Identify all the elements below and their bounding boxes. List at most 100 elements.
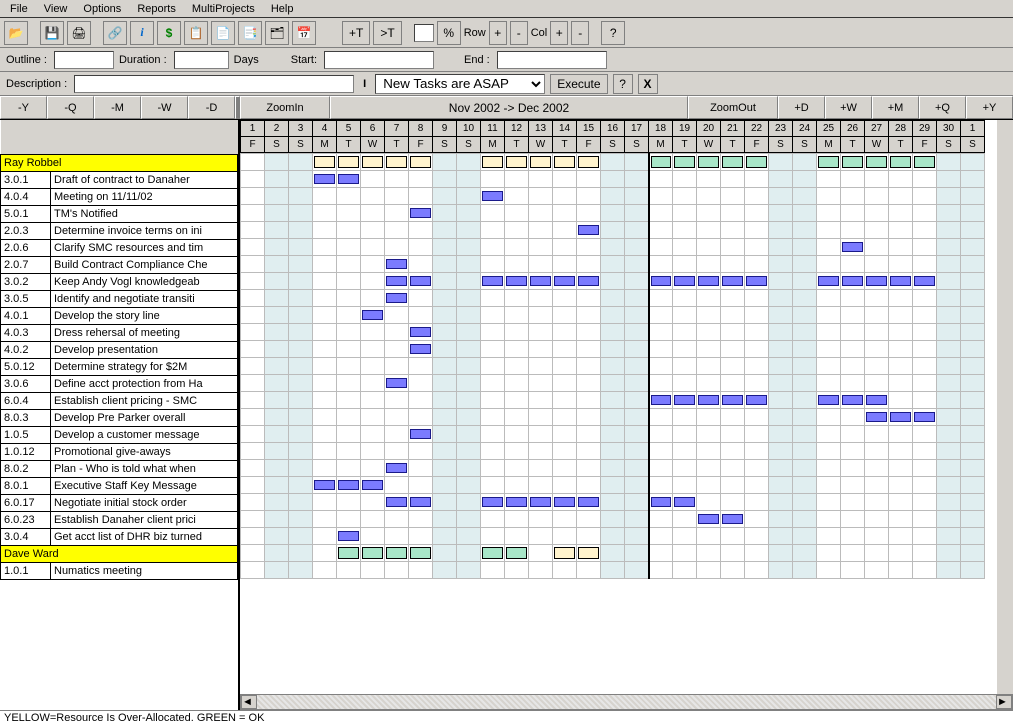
task-bar[interactable] (866, 395, 887, 405)
row-plus-button[interactable]: + (489, 21, 507, 45)
resource-bar[interactable] (866, 156, 887, 168)
task-name[interactable]: Develop Pre Parker overall (51, 409, 238, 426)
resource-bar[interactable] (362, 156, 383, 168)
task-id[interactable]: 3.0.4 (1, 528, 51, 545)
italic-icon[interactable]: I (359, 78, 370, 90)
task-name[interactable]: Plan - Who is told what when (51, 460, 238, 477)
save-icon[interactable]: 💾 (40, 21, 64, 45)
task-mode-select[interactable]: New Tasks are ASAP (375, 74, 545, 94)
scroll-left-icon[interactable]: ◄ (241, 695, 257, 709)
zoom-minus-y[interactable]: -Y (0, 96, 47, 119)
task-bar[interactable] (530, 276, 551, 286)
menu-help[interactable]: Help (263, 1, 302, 17)
task-id[interactable]: 3.0.6 (1, 375, 51, 392)
task-bar[interactable] (386, 378, 407, 388)
task-bar[interactable] (338, 480, 359, 490)
task-name[interactable]: Keep Andy Vogl knowledgeab (51, 273, 238, 290)
task-bar[interactable] (554, 497, 575, 507)
task-bar[interactable] (338, 531, 359, 541)
task-id[interactable]: 8.0.3 (1, 409, 51, 426)
task-bar[interactable] (890, 276, 911, 286)
zoom-plus-d[interactable]: +D (778, 96, 825, 119)
task-name[interactable]: Determine strategy for $2M (51, 358, 238, 375)
info-icon[interactable]: i (130, 21, 154, 45)
task-name[interactable]: Build Contract Compliance Che (51, 256, 238, 273)
task-name[interactable]: Develop presentation (51, 341, 238, 358)
task-id[interactable]: 4.0.3 (1, 324, 51, 341)
resource-bar[interactable] (530, 156, 551, 168)
task-bar[interactable] (722, 514, 743, 524)
task-id[interactable]: 1.0.12 (1, 443, 51, 460)
task-id[interactable]: 3.0.5 (1, 290, 51, 307)
gantt-pane[interactable]: 1234567891011121314151617181920212223242… (240, 120, 1013, 710)
resource-bar[interactable] (722, 156, 743, 168)
menu-view[interactable]: View (36, 1, 76, 17)
link-icon[interactable]: 🔗 (103, 21, 127, 45)
menu-file[interactable]: File (2, 1, 36, 17)
copy-icon[interactable]: 📑 (238, 21, 262, 45)
resource-bar[interactable] (578, 156, 599, 168)
description-input[interactable] (74, 75, 354, 93)
print-icon[interactable]: 🖨 (67, 21, 91, 45)
task-bar[interactable] (386, 276, 407, 286)
zoom-minus-m[interactable]: -M (94, 96, 141, 119)
task-bar[interactable] (674, 276, 695, 286)
task-bar[interactable] (698, 276, 719, 286)
resource-bar[interactable] (410, 547, 431, 559)
task-id[interactable]: 4.0.4 (1, 188, 51, 205)
start-input[interactable] (324, 51, 434, 69)
task-id[interactable]: 6.0.17 (1, 494, 51, 511)
scroll-right-icon[interactable]: ► (996, 695, 1012, 709)
task-name[interactable]: Promotional give-aways (51, 443, 238, 460)
task-id[interactable]: 3.0.1 (1, 171, 51, 188)
resource-bar[interactable] (674, 156, 695, 168)
task-name[interactable]: Dave Ward (1, 545, 238, 562)
task-name[interactable]: Clarify SMC resources and tim (51, 239, 238, 256)
task-id[interactable]: 1.0.1 (1, 562, 51, 579)
task-bar[interactable] (866, 276, 887, 286)
menu-options[interactable]: Options (75, 1, 129, 17)
task-bar[interactable] (410, 276, 431, 286)
resource-bar[interactable] (746, 156, 767, 168)
task-bar[interactable] (914, 276, 935, 286)
task-bar[interactable] (410, 327, 431, 337)
resource-bar[interactable] (482, 156, 503, 168)
task-bar[interactable] (578, 225, 599, 235)
task-name[interactable]: Dress rehersal of meeting (51, 324, 238, 341)
zoom-plus-q[interactable]: +Q (919, 96, 966, 119)
task-bar[interactable] (722, 276, 743, 286)
resource-bar[interactable] (578, 547, 599, 559)
task-id[interactable]: 8.0.1 (1, 477, 51, 494)
task-id[interactable]: 8.0.2 (1, 460, 51, 477)
task-name[interactable]: Negotiate initial stock order (51, 494, 238, 511)
task-bar[interactable] (698, 514, 719, 524)
zoom-minus-q[interactable]: -Q (47, 96, 94, 119)
task-bar[interactable] (554, 276, 575, 286)
task-bar[interactable] (651, 497, 672, 507)
task-bar[interactable] (674, 395, 695, 405)
task-id[interactable]: 6.0.4 (1, 392, 51, 409)
task-id[interactable]: 6.0.23 (1, 511, 51, 528)
resource-bar[interactable] (386, 547, 407, 559)
open-icon[interactable]: 📂 (4, 21, 28, 45)
shift-task-button[interactable]: >T (373, 21, 401, 45)
task-table[interactable]: Ray Robbel3.0.1Draft of contract to Dana… (0, 120, 238, 580)
task-id[interactable]: 2.0.3 (1, 222, 51, 239)
zoom-minus-d[interactable]: -D (188, 96, 235, 119)
task-id[interactable]: 1.0.5 (1, 426, 51, 443)
task-bar[interactable] (818, 276, 839, 286)
task-bar[interactable] (890, 412, 911, 422)
task-bar[interactable] (842, 395, 863, 405)
task-id[interactable]: 5.0.1 (1, 205, 51, 222)
menu-multiprojects[interactable]: MultiProjects (184, 1, 263, 17)
task-name[interactable]: Develop a customer message (51, 426, 238, 443)
task-bar[interactable] (746, 276, 767, 286)
task-name[interactable]: Meeting on 11/11/02 (51, 188, 238, 205)
task-bar[interactable] (651, 276, 672, 286)
task-bar[interactable] (410, 429, 431, 439)
task-name[interactable]: Identify and negotiate transiti (51, 290, 238, 307)
tree-icon[interactable]: 🗂 (265, 21, 289, 45)
task-id[interactable]: 4.0.2 (1, 341, 51, 358)
cancel-button[interactable]: X (638, 74, 658, 94)
resource-bar[interactable] (698, 156, 719, 168)
